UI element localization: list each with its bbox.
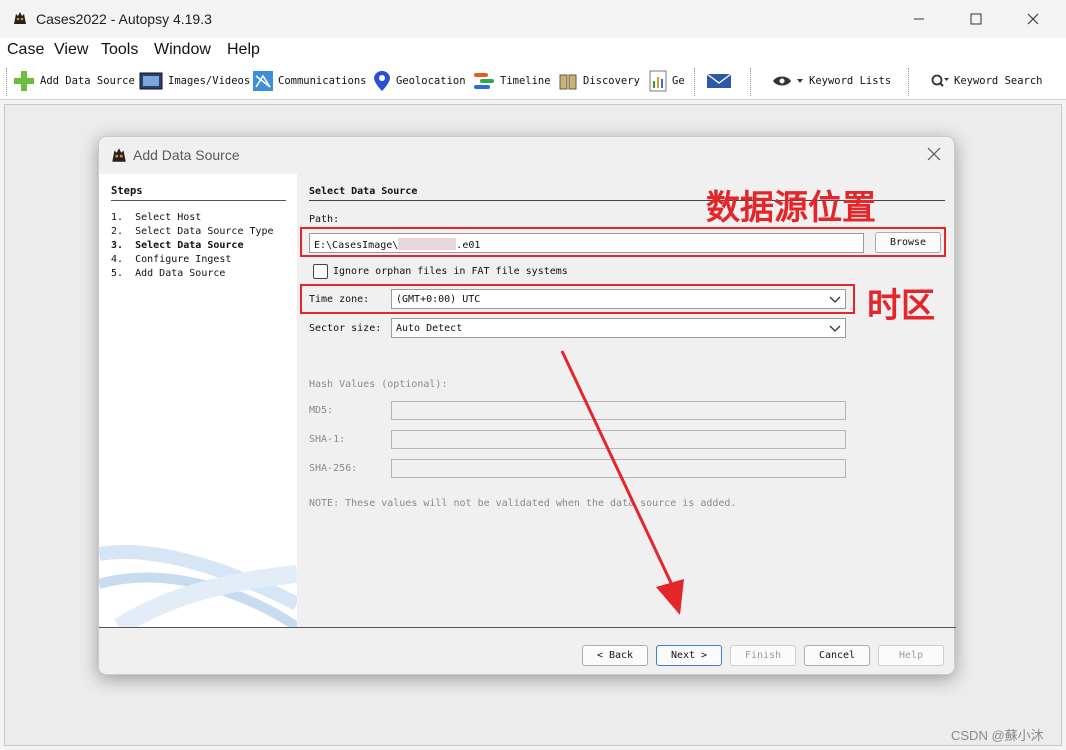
timezone-highlight-box (300, 284, 855, 314)
add-data-source-button[interactable]: Add Data Source (12, 62, 135, 100)
keyword-search-label: Keyword Search (954, 75, 1043, 87)
generate-report-button[interactable]: Ge (648, 62, 685, 100)
decorative-swoosh (99, 545, 297, 627)
images-videos-label: Images/Videos (168, 75, 251, 87)
step-3-current: 3. Select Data Source (111, 240, 244, 251)
keyword-search-button[interactable]: Keyword Search (930, 62, 1043, 100)
menu-help[interactable]: Help (227, 41, 260, 59)
envelope-icon (706, 73, 732, 88)
menu-view[interactable]: View (54, 41, 88, 59)
toolbar-separator (750, 68, 751, 96)
title-bar: Cases2022 - Autopsy 4.19.3 (0, 0, 1066, 38)
magnifier-icon (931, 74, 949, 87)
step-5: 5. Add Data Source (111, 268, 226, 279)
hash-values-title: Hash Values (optional): (309, 379, 448, 390)
path-highlight-box (300, 227, 946, 257)
red-arrow-annotation (560, 350, 684, 615)
timeline-label: Timeline (500, 75, 551, 87)
discovery-button[interactable]: Discovery (557, 62, 640, 100)
add-data-source-label: Add Data Source (40, 75, 135, 87)
ignore-orphan-label: Ignore orphan files in FAT file systems (333, 266, 568, 277)
back-button[interactable]: < Back (582, 645, 648, 666)
timeline-icon (474, 73, 494, 89)
report-icon (649, 70, 667, 92)
gallery-icon (139, 72, 163, 90)
menu-window[interactable]: Window (154, 41, 211, 59)
keyword-lists-button[interactable]: Keyword Lists (772, 62, 891, 100)
toolbar-separator (908, 68, 909, 96)
step-2: 2. Select Data Source Type (111, 226, 274, 237)
annotation-timezone: 时区 (867, 286, 935, 326)
geolocation-label: Geolocation (396, 75, 466, 87)
generate-report-label: Ge (672, 75, 685, 87)
eye-icon (773, 76, 791, 86)
sha1-label: SHA-1: (309, 434, 346, 445)
finish-button[interactable]: Finish (730, 645, 796, 666)
steps-panel: Steps 1. Select Host 2. Select Data Sour… (99, 174, 297, 627)
help-button[interactable]: Help (878, 645, 944, 666)
sha256-label: SHA-256: (309, 463, 358, 474)
communications-icon (253, 71, 273, 91)
keyword-lists-label: Keyword Lists (809, 75, 892, 87)
maximize-button[interactable] (953, 0, 999, 38)
communications-button[interactable]: Communications (252, 62, 367, 100)
md5-label: MD5: (309, 405, 334, 416)
dialog-footer-divider (99, 627, 956, 628)
dialog-title: Add Data Source (133, 147, 240, 163)
dropdown-arrow-icon (797, 79, 803, 83)
step-4: 4. Configure Ingest (111, 254, 232, 265)
images-videos-button[interactable]: Images/Videos (138, 62, 250, 100)
binoculars-icon (559, 74, 577, 90)
maximize-icon (970, 13, 982, 25)
email-button[interactable] (706, 62, 732, 100)
path-label: Path: (309, 214, 340, 225)
autopsy-logo-icon (14, 12, 26, 24)
window-title: Cases2022 - Autopsy 4.19.3 (36, 11, 212, 27)
minimize-button[interactable] (896, 0, 942, 38)
autopsy-logo-icon (112, 148, 126, 162)
toolbar-separator (694, 68, 695, 96)
annotation-data-source-location: 数据源位置 (706, 188, 876, 228)
plus-icon (14, 71, 34, 91)
toolbar-grip (6, 68, 7, 96)
chevron-down-icon (829, 325, 841, 332)
menu-bar: Case View Tools Window Help (0, 38, 1066, 62)
watermark: CSDN @蘇小沐 (951, 728, 1044, 743)
sector-size-select[interactable]: Auto Detect (391, 318, 846, 338)
discovery-label: Discovery (583, 75, 640, 87)
close-icon (1027, 13, 1039, 25)
timeline-button[interactable]: Timeline (472, 62, 551, 100)
toolbar: Add Data Source Images/Videos Communicat… (0, 62, 1066, 100)
next-button[interactable]: Next > (656, 645, 722, 666)
sector-size-value: Auto Detect (396, 323, 463, 334)
menu-tools[interactable]: Tools (101, 41, 138, 59)
geolocation-button[interactable]: Geolocation (372, 62, 466, 100)
cancel-button[interactable]: Cancel (804, 645, 870, 666)
map-pin-icon (374, 71, 390, 91)
steps-title: Steps (111, 185, 286, 201)
step-1: 1. Select Host (111, 212, 202, 223)
dialog-close-icon[interactable] (925, 145, 943, 163)
sector-size-label: Sector size: (309, 323, 382, 334)
communications-label: Communications (278, 75, 367, 87)
menu-case[interactable]: Case (7, 41, 44, 59)
ignore-orphan-checkbox[interactable] (313, 264, 328, 279)
close-button[interactable] (1010, 0, 1056, 38)
minimize-icon (914, 18, 924, 20)
